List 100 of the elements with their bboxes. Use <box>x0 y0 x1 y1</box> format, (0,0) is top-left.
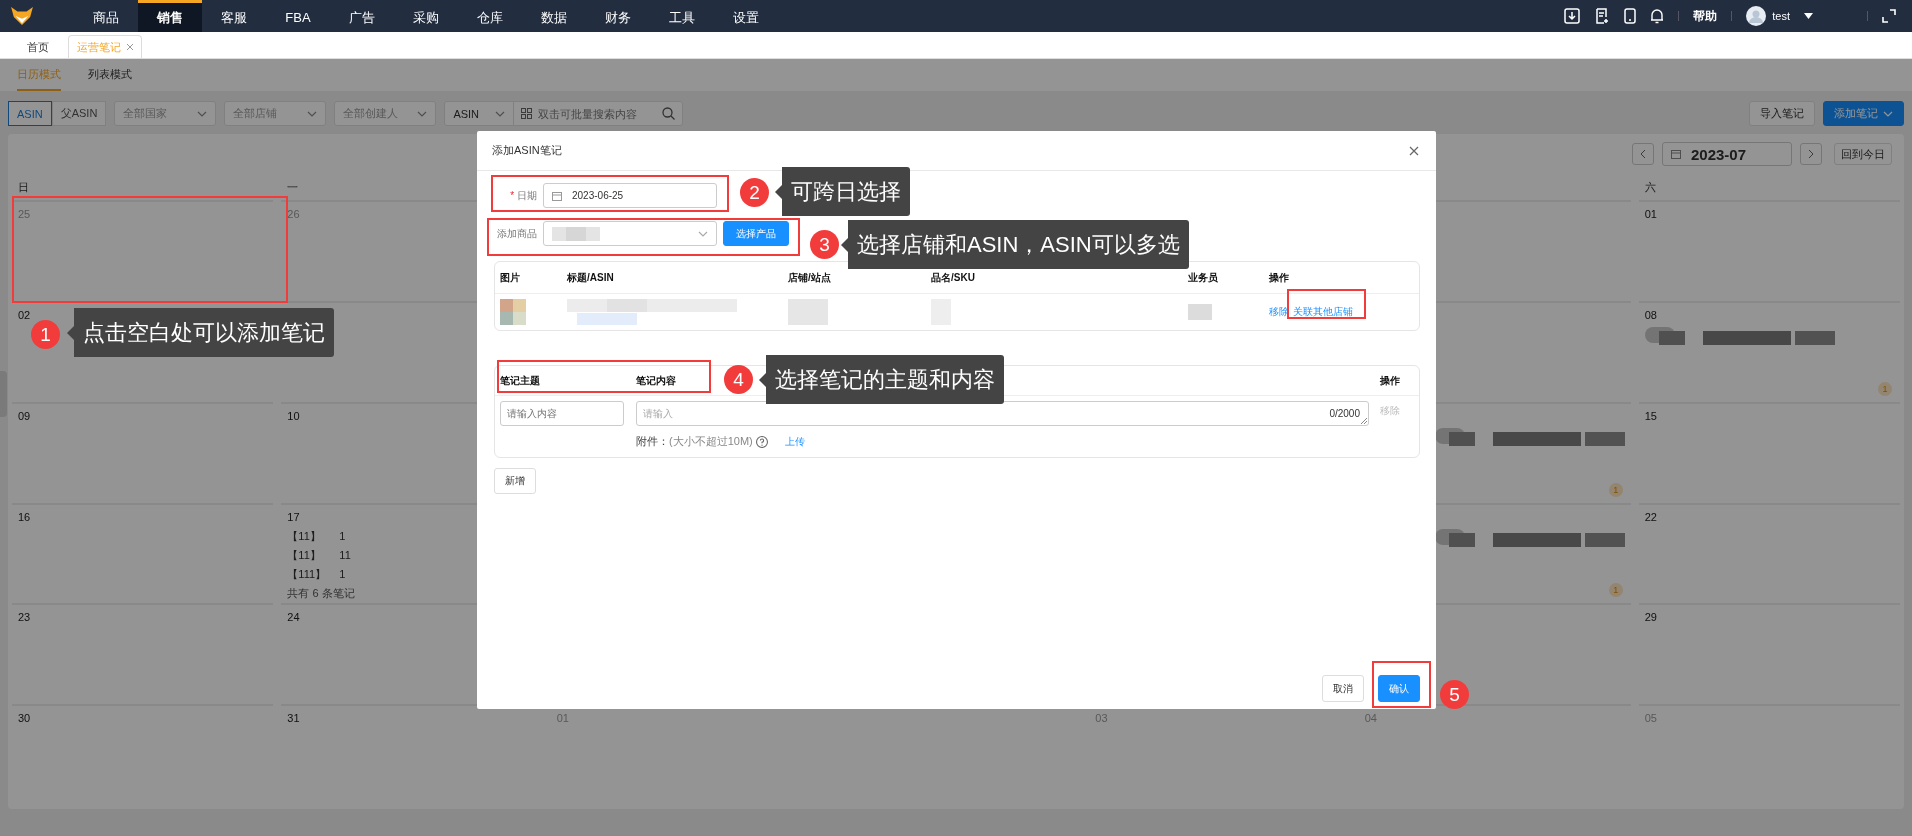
column-header: 品名/SKU <box>931 270 975 285</box>
column-header: 操作 <box>1269 270 1289 285</box>
attachment-label: 附件：(大小不超过10M) <box>636 434 753 449</box>
upload-link[interactable]: 上传 <box>784 434 805 449</box>
column-header: 笔记主题 <box>500 373 540 388</box>
fox-logo-icon[interactable] <box>10 6 34 26</box>
calendar-icon <box>1671 149 1681 159</box>
page-tab[interactable]: 首页 <box>18 35 58 58</box>
bell-icon[interactable] <box>1650 8 1665 24</box>
date-number: 22 <box>1644 510 1657 523</box>
nav-item[interactable]: 采购 <box>394 0 458 32</box>
caret-icon[interactable] <box>1804 13 1813 19</box>
topic-field[interactable]: 请输入内容 <box>500 401 624 426</box>
blurred-thumbnail <box>500 299 526 325</box>
date-number: 02 <box>18 308 31 321</box>
nav-item[interactable]: 财务 <box>586 0 650 32</box>
caret-icon <box>1883 110 1893 117</box>
chevron-left-icon <box>1640 149 1646 159</box>
highlight-box <box>1372 661 1431 708</box>
side-handle[interactable] <box>0 371 7 417</box>
nav-item[interactable]: 客服 <box>202 0 266 32</box>
download-icon[interactable] <box>1564 8 1581 24</box>
search-type-select[interactable]: ASIN <box>444 101 515 126</box>
nav-item[interactable]: FBA <box>266 0 330 32</box>
column-header: 店铺/站点 <box>788 270 831 285</box>
search-field[interactable]: 双击可批量搜索内容 <box>513 101 684 126</box>
import-notes-button[interactable]: 导入笔记 <box>1749 101 1815 126</box>
note-add-icon[interactable] <box>1594 8 1611 24</box>
note-tag[interactable]: 【111】 <box>287 564 340 584</box>
date-number: 15 <box>1644 409 1657 422</box>
nav-item[interactable]: 广告 <box>330 0 394 32</box>
phone-icon[interactable] <box>1624 8 1637 24</box>
date-number: 01 <box>1644 208 1657 220</box>
tooltip-callout: 可跨日选择 <box>775 167 910 216</box>
column-header: 标题/ASIN <box>567 270 614 285</box>
date-number: 10 <box>287 409 300 422</box>
column-header: 业务员 <box>1188 270 1218 285</box>
date-number: 23 <box>18 611 31 624</box>
close-icon[interactable] <box>1409 145 1419 156</box>
chevron-down-icon[interactable] <box>307 110 318 117</box>
nav-item[interactable]: 工具 <box>650 0 714 32</box>
nav-item[interactable]: 商品 <box>74 0 138 32</box>
nav-item[interactable]: 仓库 <box>458 0 522 32</box>
add-row-button[interactable]: 新增 <box>494 468 536 494</box>
avatar-icon[interactable] <box>1746 6 1767 26</box>
note-tag[interactable]: 【11】 <box>287 526 340 546</box>
date-number: 26 <box>287 208 300 220</box>
calendar-icon <box>552 190 562 201</box>
note-tag[interactable]: 【11】 <box>287 545 340 565</box>
cancel-button[interactable]: 取消 <box>1322 675 1364 702</box>
nav-item[interactable]: 销售 <box>138 0 202 32</box>
date-number: 31 <box>287 712 300 725</box>
count-badge: 1 <box>1878 381 1892 396</box>
chevron-down-icon[interactable] <box>495 110 506 117</box>
weekday-label: 六 <box>1644 179 1656 195</box>
weekday-label: 日 <box>18 179 29 195</box>
user-name[interactable]: test <box>1772 10 1790 22</box>
date-number: 08 <box>1644 308 1657 321</box>
date-number: 25 <box>18 208 31 220</box>
tooltip-callout: 选择笔记的主题和内容 <box>759 355 1004 404</box>
nav-item[interactable]: 设置 <box>714 0 778 32</box>
date-number: 30 <box>18 712 31 725</box>
today-button[interactable]: 回到今日 <box>1834 143 1892 165</box>
search-icon[interactable] <box>662 107 676 120</box>
confirm-button[interactable]: 确认 <box>1378 675 1420 702</box>
resize-grip-icon[interactable] <box>1361 418 1367 424</box>
column-header: 笔记内容 <box>636 373 676 388</box>
column-header: 操作 <box>1380 373 1400 388</box>
nav-item[interactable]: 数据 <box>522 0 586 32</box>
note-count[interactable]: 共有 6 条笔记 <box>287 585 355 601</box>
note-text[interactable]: 11 <box>339 545 351 565</box>
row-action-link[interactable]: 关联其他店铺 <box>1293 305 1353 319</box>
date-number: 16 <box>18 510 31 523</box>
count-badge: 1 <box>1608 482 1623 497</box>
blurred-text <box>1188 304 1212 320</box>
column-header: 图片 <box>500 270 520 285</box>
help-icon[interactable] <box>755 435 768 448</box>
select-product-button[interactable]: 选择产品 <box>723 221 789 246</box>
month-picker[interactable]: 2023-07 <box>1662 142 1792 166</box>
chevron-down-icon[interactable] <box>197 110 208 117</box>
date-number: 03 <box>1095 712 1108 725</box>
close-icon[interactable] <box>127 44 133 50</box>
count-badge: 1 <box>1608 583 1623 598</box>
chevron-right-icon <box>1808 149 1814 159</box>
weekday-label: 一 <box>287 179 299 195</box>
grid-icon <box>521 108 533 119</box>
scope-toggle[interactable]: 父ASIN <box>51 101 107 126</box>
date-field[interactable]: 2023-06-25 <box>543 183 717 208</box>
form-label: * 日期 <box>509 188 537 203</box>
note-text[interactable]: 1 <box>339 526 346 546</box>
fullscreen-icon[interactable] <box>1882 9 1896 23</box>
scope-toggle[interactable]: ASIN <box>8 101 52 126</box>
dialog-title: 添加ASIN笔记 <box>492 143 562 158</box>
chevron-down-icon[interactable] <box>417 110 428 117</box>
date-number: 29 <box>1644 611 1657 624</box>
blurred-text <box>788 299 828 325</box>
tooltip-callout: 选择店铺和ASIN，ASIN可以多选 <box>841 220 1189 269</box>
note-text[interactable]: 1 <box>339 564 346 584</box>
view-mode-tab[interactable]: 列表模式 <box>88 59 132 91</box>
help-link[interactable]: 帮助 <box>1693 7 1718 25</box>
